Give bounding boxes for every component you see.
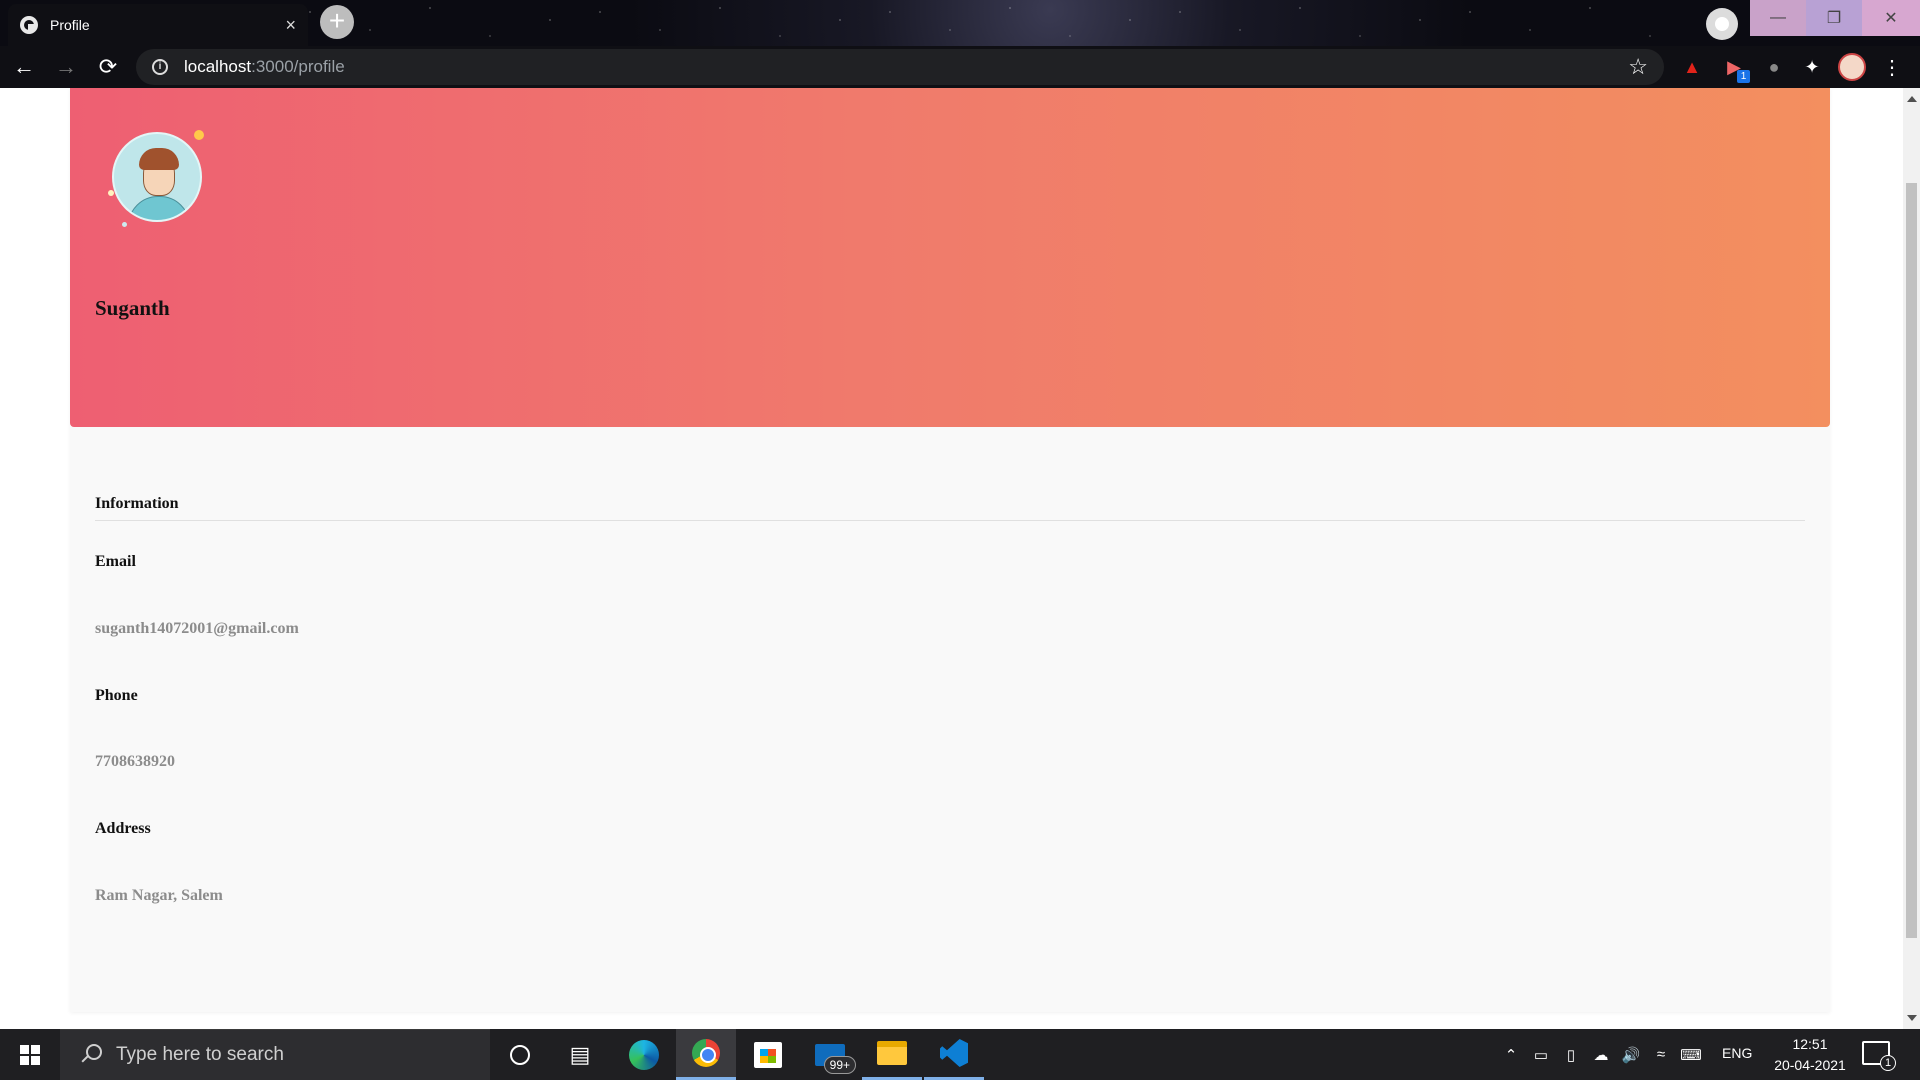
taskbar-search[interactable]: Type here to search — [60, 1029, 490, 1080]
search-placeholder: Type here to search — [116, 1044, 284, 1065]
site-info-icon[interactable]: i — [152, 59, 168, 75]
start-button[interactable] — [0, 1029, 60, 1080]
input-language[interactable]: ENG — [1722, 1045, 1752, 1061]
phone-label: Phone — [95, 687, 138, 704]
notification-count: 1 — [1880, 1055, 1896, 1071]
device-icon[interactable]: ▯ — [1556, 1046, 1586, 1064]
browser-titlebar: Profile × + — ❐ ✕ — [0, 0, 1920, 46]
sparkle-icon — [108, 190, 114, 196]
kebab-menu-icon[interactable]: ⋮ — [1880, 55, 1904, 79]
mail-button[interactable]: 99+ — [800, 1029, 860, 1080]
cloud-icon[interactable]: ☁ — [1586, 1046, 1616, 1064]
sparkle-icon — [194, 130, 204, 140]
chrome-icon — [692, 1039, 720, 1067]
sparkle-icon — [122, 222, 127, 227]
address-value: Ram Nagar, Salem — [95, 887, 223, 904]
vertical-scrollbar[interactable] — [1903, 88, 1920, 1029]
file-explorer-button[interactable] — [862, 1029, 922, 1080]
section-divider — [95, 520, 1805, 521]
tab-search-button[interactable] — [1706, 8, 1738, 40]
scrollbar-thumb[interactable] — [1906, 183, 1917, 938]
url-path: :3000/profile — [251, 57, 345, 76]
address-bar[interactable]: i localhost:3000/profile ☆ — [136, 49, 1664, 85]
email-label: Email — [95, 553, 136, 570]
address-label: Address — [95, 820, 151, 837]
cast-badge: 1 — [1737, 70, 1750, 83]
profile-banner: Suganth — [70, 88, 1830, 427]
tab-title: Profile — [50, 17, 90, 33]
windows-taskbar: Type here to search ▤ 99+ ⌃ ▭ ▯ ☁ 🔊 ≈ ⌨ … — [0, 1029, 1920, 1080]
puzzle-icon[interactable]: ✦ — [1800, 55, 1824, 79]
store-button[interactable] — [738, 1029, 798, 1080]
clock-date: 20-04-2021 — [1774, 1057, 1846, 1073]
url-host: localhost — [184, 57, 252, 76]
cortana-button[interactable] — [490, 1029, 550, 1080]
avatar-icon[interactable] — [1838, 53, 1866, 81]
search-icon — [80, 1044, 102, 1066]
close-window-button[interactable]: ✕ — [1862, 0, 1920, 36]
mail-badge: 99+ — [823, 1056, 856, 1074]
system-tray: ⌃ ▭ ▯ ☁ 🔊 ≈ ⌨ — [1496, 1029, 1706, 1080]
browser-tab-profile[interactable]: Profile × — [8, 4, 308, 46]
back-icon[interactable]: ← — [6, 49, 42, 85]
windows-logo-icon — [20, 1044, 40, 1065]
vscode-icon — [940, 1039, 968, 1067]
new-tab-button[interactable]: + — [320, 5, 354, 39]
phone-value: 7708638920 — [95, 753, 175, 770]
battery-icon[interactable]: ▭ — [1526, 1046, 1556, 1064]
edge-icon — [629, 1039, 659, 1070]
edge-button[interactable] — [614, 1029, 674, 1080]
task-view-button[interactable]: ▤ — [550, 1029, 610, 1080]
bookmark-star-icon[interactable]: ☆ — [1628, 54, 1648, 80]
bulb-icon[interactable]: ● — [1762, 55, 1786, 79]
pdf-icon[interactable]: ▲ — [1680, 55, 1704, 79]
tab-close-icon[interactable]: × — [285, 15, 296, 36]
forward-icon[interactable]: → — [48, 49, 84, 85]
minimize-button[interactable]: — — [1750, 0, 1806, 36]
restore-button[interactable]: ❐ — [1806, 0, 1862, 36]
task-view-icon: ▤ — [569, 1041, 591, 1067]
clock-time: 12:51 — [1792, 1036, 1828, 1052]
globe-icon — [20, 16, 38, 34]
cortana-icon — [510, 1044, 530, 1065]
notification-center-icon[interactable]: 1 — [1862, 1041, 1896, 1071]
volume-icon[interactable]: 🔊 — [1616, 1046, 1646, 1064]
profile-name: Suganth — [95, 296, 170, 320]
scroll-up-icon[interactable] — [1907, 96, 1917, 102]
vscode-button[interactable] — [924, 1029, 984, 1080]
chrome-button[interactable] — [676, 1029, 736, 1080]
cast-icon[interactable]: ▶ 1 — [1722, 55, 1750, 83]
browser-toolbar: ← → ⟳ i localhost:3000/profile ☆ ▲ ▶ 1 ● … — [0, 46, 1920, 88]
page-viewport: Suganth Information Email suganth1407200… — [0, 88, 1903, 1029]
reload-icon[interactable]: ⟳ — [90, 49, 126, 85]
information-heading: Information — [95, 495, 179, 512]
folder-icon — [877, 1041, 907, 1065]
avatar-illustration-icon — [112, 132, 202, 222]
chevron-up-icon[interactable]: ⌃ — [1496, 1046, 1526, 1064]
clock[interactable]: 12:51 20-04-2021 — [1768, 1034, 1852, 1076]
scroll-down-icon[interactable] — [1907, 1015, 1917, 1021]
profile-card: Suganth Information Email suganth1407200… — [70, 88, 1830, 1012]
email-value: suganth14072001@gmail.com — [95, 620, 299, 637]
wifi-icon[interactable]: ≈ — [1646, 1046, 1676, 1063]
avatar — [108, 130, 208, 230]
store-icon — [754, 1041, 782, 1068]
keyboard-icon[interactable]: ⌨ — [1676, 1046, 1706, 1064]
